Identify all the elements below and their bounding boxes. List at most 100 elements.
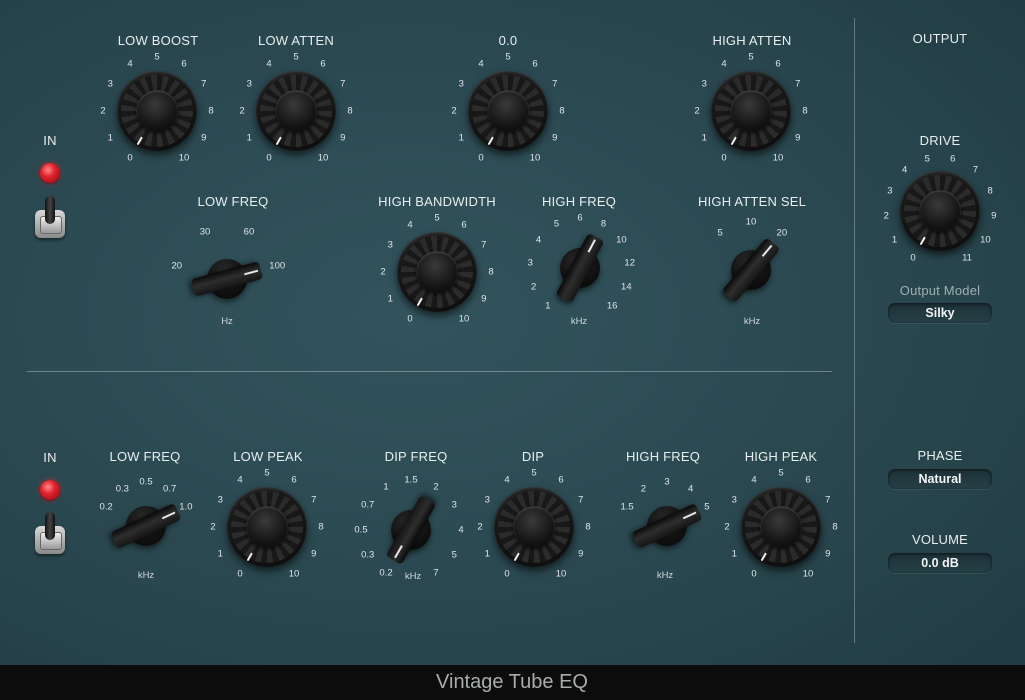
high-peak-tick: 5: [778, 467, 784, 479]
top-low-freq-label: LOW FREQ: [197, 194, 269, 209]
top-low-freq-tick: 20: [171, 260, 183, 272]
drive-label: DRIVE: [919, 133, 961, 148]
volume-label: VOLUME: [911, 532, 969, 547]
top-in-toggle[interactable]: [32, 196, 68, 240]
bottom-high-freq-label: HIGH FREQ: [625, 449, 701, 464]
dip-label: DIP: [521, 449, 545, 464]
top-high-freq-selector[interactable]: [555, 232, 605, 304]
bottom-low-freq-tick: 0.5: [139, 476, 153, 488]
low-peak-tick: 3: [217, 494, 223, 506]
dip-tick: 10: [555, 568, 567, 580]
low-boost-knob[interactable]: [117, 71, 197, 151]
low-peak-tick: 7: [311, 494, 317, 506]
high-atten-tick: 2: [694, 105, 700, 117]
high-peak-tick: 1: [731, 548, 737, 560]
bottom-high-freq-tick: 3: [664, 476, 670, 488]
low-boost-tick: 4: [127, 58, 133, 70]
high-peak-tick: 0: [751, 568, 757, 580]
drive-tick: 10: [980, 234, 991, 246]
low-peak-knob[interactable]: [227, 487, 307, 567]
low-boost-tick: 1: [107, 132, 113, 144]
high-peak-knob[interactable]: [741, 487, 821, 567]
low-peak-tick: 6: [291, 474, 297, 486]
high-peak-tick: 10: [802, 568, 814, 580]
high-peak-tick: 3: [731, 494, 737, 506]
dip-freq-tick: 5: [451, 549, 457, 561]
low-atten-tick: 3: [246, 78, 252, 90]
high-atten-tick: 4: [721, 58, 727, 70]
top-high-freq-tick: 16: [606, 300, 618, 312]
phase-label: PHASE: [917, 448, 963, 463]
top-low-freq-unit: Hz: [221, 316, 233, 327]
high-boost-knob[interactable]: [468, 71, 548, 151]
output-model-select[interactable]: Silky: [888, 303, 992, 323]
low-atten-tick: 10: [317, 152, 329, 164]
high-atten-knob[interactable]: [711, 71, 791, 151]
high-atten-tick: 10: [772, 152, 784, 164]
high-boost-tick: 1: [458, 132, 464, 144]
phase-select[interactable]: Natural: [888, 469, 992, 489]
high-atten-sel-tick: 20: [776, 227, 788, 239]
drive-tick: 3: [887, 185, 893, 197]
high-boost-tick: 4: [478, 58, 484, 70]
dip-tick: 6: [558, 474, 564, 486]
top-low-freq-selector[interactable]: [190, 259, 264, 299]
selector-lever-icon: [721, 237, 781, 303]
bottom-in-label: IN: [43, 450, 57, 465]
bottom-high-freq-selector[interactable]: [631, 503, 703, 549]
selector-lever-icon: [555, 232, 605, 304]
top-high-freq-tick: 2: [530, 281, 537, 293]
low-atten-tick: 5: [293, 51, 299, 63]
high-boost-tick: 0: [478, 152, 484, 164]
high-bandwidth-tick: 6: [461, 219, 467, 231]
low-boost-label: LOW BOOST: [117, 33, 199, 48]
dip-knob[interactable]: [494, 487, 574, 567]
bottom-high-freq-tick: 4: [687, 483, 694, 495]
bottom-low-freq-tick: 0.3: [115, 483, 129, 495]
bottom-in-toggle[interactable]: [32, 512, 68, 556]
high-peak-tick: 9: [825, 548, 831, 560]
high-atten-tick: 9: [795, 132, 801, 144]
top-high-freq-tick: 5: [553, 218, 560, 230]
low-atten-tick: 0: [266, 152, 272, 164]
low-peak-tick: 5: [264, 467, 270, 479]
dip-tick: 8: [585, 521, 591, 533]
vintage-tube-eq-panel: IN LOW BOOST LOW ATTEN 0.0 HIGH ATTEN LO…: [0, 0, 1025, 700]
toggle-bat-icon: [45, 512, 55, 540]
low-atten-tick: 9: [340, 132, 346, 144]
low-boost-tick: 0: [127, 152, 133, 164]
drive-tick: 5: [924, 153, 930, 165]
high-bandwidth-knob[interactable]: [397, 232, 477, 312]
low-atten-knob[interactable]: [256, 71, 336, 151]
low-atten-tick: 4: [266, 58, 272, 70]
low-atten-tick: 7: [340, 78, 346, 90]
low-peak-tick: 8: [318, 521, 324, 533]
top-high-freq-tick: 3: [527, 257, 533, 269]
dip-tick: 3: [484, 494, 490, 506]
drive-knob[interactable]: [900, 171, 980, 251]
dip-tick: 2: [477, 521, 483, 533]
low-atten-tick: 8: [347, 105, 353, 117]
high-atten-sel-tick: 10: [745, 216, 757, 228]
top-high-freq-tick: 8: [600, 218, 607, 230]
high-boost-tick: 5: [505, 51, 511, 63]
high-atten-sel-tick: 5: [717, 227, 723, 239]
top-high-freq-tick: 1: [545, 300, 551, 312]
dip-freq-tick: 0.2: [379, 567, 393, 579]
drive-tick: 11: [962, 252, 972, 264]
high-atten-label: HIGH ATTEN: [712, 33, 792, 48]
top-high-freq-label: HIGH FREQ: [541, 194, 617, 209]
high-atten-sel-selector[interactable]: [721, 237, 781, 303]
bottom-low-freq-selector[interactable]: [110, 503, 182, 549]
low-peak-tick: 9: [311, 548, 317, 560]
drive-tick: 8: [987, 185, 993, 197]
high-boost-tick: 2: [451, 105, 457, 117]
dip-freq-selector[interactable]: [385, 495, 437, 565]
bottom-high-freq-tick: 5: [704, 501, 710, 513]
volume-field[interactable]: 0.0 dB: [888, 553, 992, 573]
high-atten-sel-label: HIGH ATTEN SEL: [697, 194, 807, 209]
toggle-bat-icon: [45, 196, 55, 224]
high-atten-tick: 7: [795, 78, 801, 90]
high-bandwidth-tick: 9: [481, 293, 487, 305]
low-atten-tick: 6: [320, 58, 326, 70]
